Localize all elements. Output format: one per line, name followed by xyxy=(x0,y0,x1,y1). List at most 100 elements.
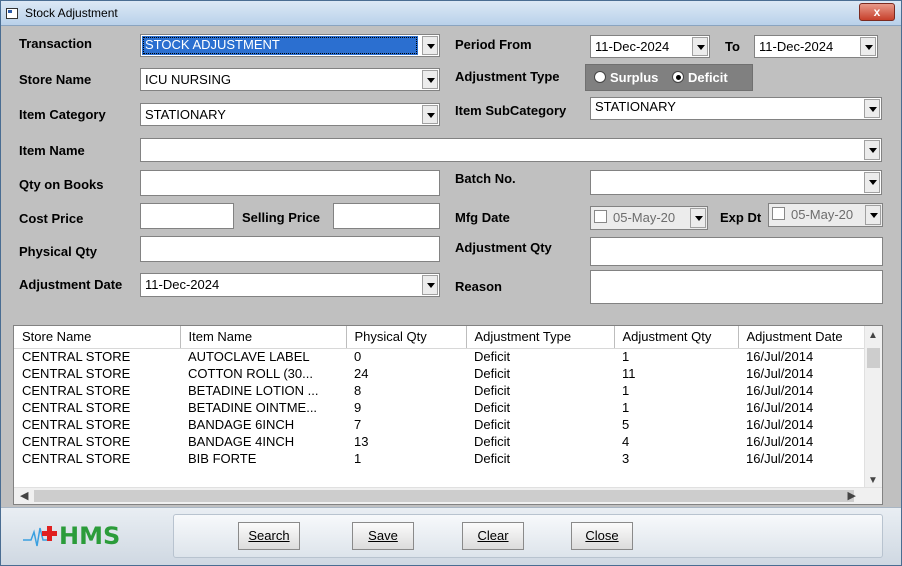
close-button[interactable]: Close xyxy=(571,522,633,550)
item-name-combo[interactable] xyxy=(140,138,882,162)
vertical-scrollbar[interactable]: ▲ ▼ xyxy=(864,326,882,488)
chevron-down-icon[interactable] xyxy=(864,140,880,160)
period-to-picker[interactable]: 11-Dec-2024 xyxy=(754,35,878,58)
table-cell: 1 xyxy=(622,400,630,415)
app-window-icon xyxy=(6,8,18,19)
table-cell: 16/Jul/2014 xyxy=(746,451,814,466)
column-header-store-name[interactable]: Store Name xyxy=(14,326,181,349)
scroll-up-icon[interactable]: ▲ xyxy=(868,330,878,341)
item-subcategory-combo[interactable]: STATIONARY xyxy=(590,97,882,120)
chevron-down-icon[interactable] xyxy=(690,208,706,228)
item-category-value: STATIONARY xyxy=(145,107,226,122)
deficit-radio[interactable] xyxy=(672,71,684,83)
table-cell: BETADINE LOTION ... xyxy=(188,383,319,398)
item-category-label: Item Category xyxy=(19,107,106,122)
mfg-date-picker[interactable]: 05-May-20 xyxy=(590,206,708,230)
column-header-physical-qty[interactable]: Physical Qty xyxy=(346,326,467,349)
cost-price-label: Cost Price xyxy=(19,211,84,226)
scroll-down-icon[interactable]: ▼ xyxy=(868,475,878,486)
column-header-adjustment-type[interactable]: Adjustment Type xyxy=(466,326,615,349)
item-subcategory-value: STATIONARY xyxy=(595,99,676,114)
vertical-scroll-thumb[interactable] xyxy=(867,348,880,368)
adjustment-date-picker[interactable]: 11-Dec-2024 xyxy=(140,273,440,297)
adjustment-date-value: 11-Dec-2024 xyxy=(145,277,220,292)
table-row[interactable]: CENTRAL STORE BANDAGE 6INCH 7 Deficit 5 16/Ju… xyxy=(14,416,868,433)
reason-field[interactable] xyxy=(590,270,883,304)
selling-price-field[interactable] xyxy=(333,203,440,229)
table-cell: BIB FORTE xyxy=(188,451,257,466)
exp-date-picker[interactable]: 05-May-20 xyxy=(768,203,883,227)
table-cell: 24 xyxy=(354,366,369,381)
table-cell: 16/Jul/2014 xyxy=(746,417,814,432)
table-cell: 1 xyxy=(354,451,362,466)
table-row[interactable]: CENTRAL STORE BETADINE LOTION ... 8 Deficit… xyxy=(14,382,868,399)
chevron-down-icon[interactable] xyxy=(864,172,880,193)
chevron-down-icon[interactable] xyxy=(422,70,438,89)
exp-date-checkbox[interactable] xyxy=(772,207,785,220)
qty-on-books-label: Qty on Books xyxy=(19,177,104,192)
heartbeat-cross-icon xyxy=(23,526,57,547)
hms-logo: HMS xyxy=(23,520,143,552)
chevron-down-icon[interactable] xyxy=(864,99,880,118)
table-cell: 16/Jul/2014 xyxy=(746,349,814,365)
table-cell: CENTRAL STORE xyxy=(22,366,131,381)
chevron-down-icon[interactable] xyxy=(422,275,438,295)
table-cell: 5 xyxy=(622,417,630,432)
chevron-down-icon[interactable] xyxy=(422,105,438,124)
adjustment-type-label: Adjustment Type xyxy=(455,69,560,84)
transaction-combo[interactable]: STOCK ADJUSTMENT xyxy=(140,34,440,57)
adjustment-qty-label: Adjustment Qty xyxy=(455,240,552,255)
deficit-radio-label[interactable]: Deficit xyxy=(688,70,728,85)
table-cell: Deficit xyxy=(474,417,511,432)
store-name-combo[interactable]: ICU NURSING xyxy=(140,68,440,91)
scroll-left-icon[interactable]: ◀ xyxy=(20,489,28,502)
search-button[interactable]: Search xyxy=(238,522,300,550)
table-cell: CENTRAL STORE xyxy=(22,349,131,365)
table-row[interactable]: CENTRAL STORE BANDAGE 4INCH 13 Deficit 4 16/J… xyxy=(14,433,868,450)
cost-price-field[interactable] xyxy=(140,203,234,229)
save-button[interactable]: Save xyxy=(352,522,414,550)
table-row[interactable]: CENTRAL STORE COTTON ROLL (30... 24 Deficit… xyxy=(14,365,868,382)
chevron-down-icon[interactable] xyxy=(865,205,881,225)
physical-qty-field[interactable] xyxy=(140,236,440,262)
scroll-right-icon[interactable]: ▶ xyxy=(848,489,856,502)
table-cell: Deficit xyxy=(474,400,511,415)
table-row[interactable]: CENTRAL STORE BIB FORTE 1 Deficit 3 16/Jul/20… xyxy=(14,450,868,467)
column-header-item-name[interactable]: Item Name xyxy=(180,326,347,349)
table-cell: COTTON ROLL (30... xyxy=(188,366,313,381)
table-cell: 7 xyxy=(354,417,362,432)
mfg-date-checkbox[interactable] xyxy=(594,210,607,223)
table-cell: BETADINE OINTME... xyxy=(188,400,318,415)
chevron-down-icon[interactable] xyxy=(692,37,708,56)
adjustment-history-table[interactable]: Store Name Item Name Physical Qty Adjust… xyxy=(13,325,883,505)
surplus-radio-label[interactable]: Surplus xyxy=(610,70,658,85)
table-cell: Deficit xyxy=(474,383,511,398)
table-cell: BANDAGE 6INCH xyxy=(188,417,295,432)
title-bar[interactable]: Stock Adjustment x xyxy=(1,1,901,26)
batch-no-combo[interactable] xyxy=(590,170,882,195)
batch-no-label: Batch No. xyxy=(455,171,516,186)
table-row[interactable]: CENTRAL STORE BETADINE OINTME... 9 Deficit 1… xyxy=(14,399,868,416)
table-cell: 9 xyxy=(354,400,362,415)
column-header-adjustment-date[interactable]: Adjustment Date xyxy=(738,326,869,349)
store-name-label: Store Name xyxy=(19,72,92,87)
table-cell: Deficit xyxy=(474,451,511,466)
table-cell: 16/Jul/2014 xyxy=(746,400,814,415)
qty-on-books-field[interactable] xyxy=(140,170,440,196)
column-header-adjustment-qty[interactable]: Adjustment Qty xyxy=(614,326,739,349)
chevron-down-icon[interactable] xyxy=(860,37,876,56)
clear-button[interactable]: Clear xyxy=(462,522,524,550)
adjustment-qty-field[interactable] xyxy=(590,237,883,266)
horizontal-scroll-thumb[interactable] xyxy=(34,490,854,502)
surplus-radio[interactable] xyxy=(594,71,606,83)
chevron-down-icon[interactable] xyxy=(422,36,438,55)
table-cell: CENTRAL STORE xyxy=(22,434,131,449)
period-from-picker[interactable]: 11-Dec-2024 xyxy=(590,35,710,58)
table-header-row: Store Name Item Name Physical Qty Adjust… xyxy=(14,326,869,349)
item-category-combo[interactable]: STATIONARY xyxy=(140,103,440,126)
period-from-value: 11-Dec-2024 xyxy=(595,39,670,54)
period-to-value: 11-Dec-2024 xyxy=(759,39,834,54)
table-row[interactable]: CENTRAL STORE AUTOCLAVE LABEL 0 Deficit 1 16/… xyxy=(14,348,868,365)
close-window-button[interactable]: x xyxy=(859,3,895,21)
horizontal-scrollbar[interactable]: ◀ ▶ xyxy=(14,487,882,504)
